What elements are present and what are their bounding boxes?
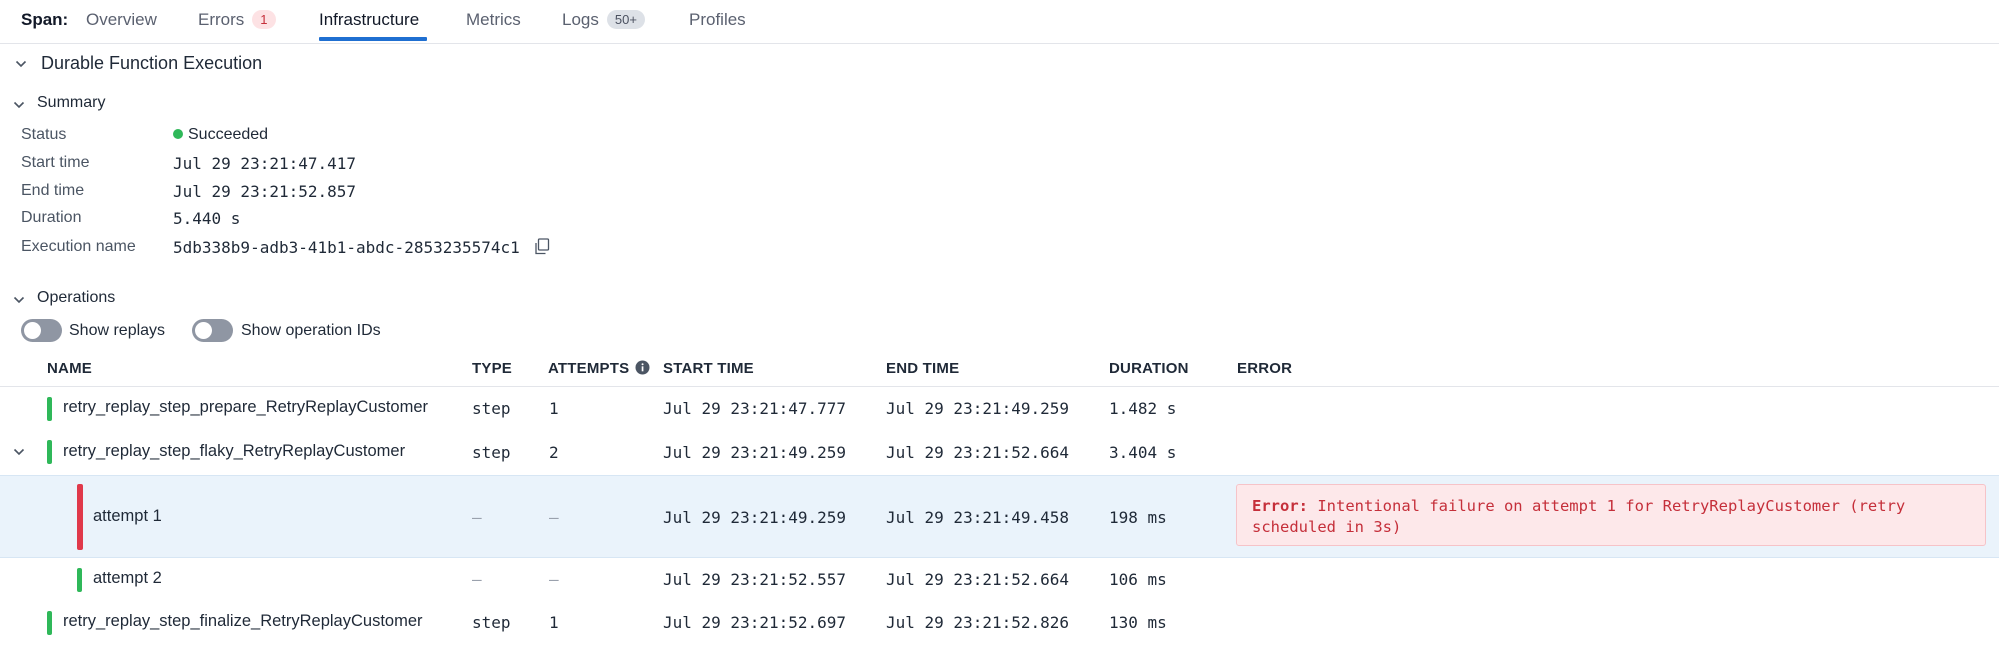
status-label: Status	[21, 126, 67, 143]
table-header-divider	[0, 386, 1999, 387]
status-bar-success	[47, 611, 52, 635]
column-header-attempts[interactable]: ATTEMPTS	[548, 360, 650, 377]
operation-name: retry_replay_step_flaky_RetryReplayCusto…	[63, 442, 406, 460]
show-replays-label: Show replays	[69, 322, 166, 339]
status-success-dot	[173, 129, 183, 139]
chevron-down-icon[interactable]	[15, 59, 27, 69]
error-message-continued: scheduled in 3s)	[1252, 518, 1402, 536]
status-bar-success	[47, 397, 52, 421]
operation-attempts: —	[549, 508, 559, 527]
error-message: Intentional failure on attempt 1 for Ret…	[1317, 497, 1906, 515]
tab-metrics[interactable]: Metrics	[466, 10, 521, 30]
span-label: Span:	[21, 10, 69, 29]
operation-end-time: Jul 29 23:21:52.826	[886, 613, 1070, 632]
show-operation-ids-toggle[interactable]	[192, 319, 233, 342]
status-text: Succeeded	[188, 126, 269, 143]
end-time-label: End time	[21, 182, 85, 199]
toggle-knob	[24, 322, 41, 339]
operation-start-time: Jul 29 23:21:49.259	[663, 443, 847, 462]
operation-duration: 130 ms	[1109, 613, 1167, 632]
start-time-value: Jul 29 23:21:47.417	[173, 154, 357, 173]
show-replays-toggle[interactable]	[21, 319, 62, 342]
show-operation-ids-label: Show operation IDs	[241, 322, 381, 339]
span-tab-bar: Span: Overview Errors 1 Infrastructure Me…	[0, 0, 1999, 44]
column-header-error[interactable]: ERROR	[1237, 360, 1292, 377]
column-header-duration[interactable]: DURATION	[1109, 360, 1189, 377]
tab-errors-label: Errors	[198, 10, 245, 29]
errors-count-badge: 1	[252, 10, 276, 29]
tab-logs[interactable]: Logs 50+	[562, 10, 645, 30]
operation-end-time: Jul 29 23:21:52.664	[886, 570, 1070, 589]
error-message-box: Error: Intentional failure on attempt 1 …	[1236, 484, 1986, 546]
column-header-name[interactable]: NAME	[47, 360, 92, 377]
status-bar-success	[77, 568, 82, 592]
operation-type: step	[472, 399, 511, 418]
chevron-down-icon[interactable]	[13, 295, 25, 305]
operation-start-time: Jul 29 23:21:52.697	[663, 613, 847, 632]
attempt-name: attempt 1	[93, 507, 162, 525]
chevron-down-icon[interactable]	[13, 100, 25, 110]
tab-overview-label: Overview	[86, 10, 157, 29]
logs-count-badge: 50+	[606, 10, 645, 29]
active-tab-indicator	[319, 37, 427, 41]
chevron-down-icon[interactable]	[13, 447, 25, 457]
column-header-type[interactable]: TYPE	[472, 360, 512, 377]
operation-attempts: 1	[549, 399, 559, 418]
operation-type: —	[472, 570, 482, 589]
operation-end-time: Jul 29 23:21:49.458	[886, 508, 1070, 527]
table-row[interactable]: retry_replay_step_flaky_RetryReplayCusto…	[0, 433, 1999, 473]
operation-type: —	[472, 508, 482, 527]
error-prefix: Error:	[1252, 497, 1308, 515]
operation-attempts: 1	[549, 613, 559, 632]
operation-duration: 3.404 s	[1109, 443, 1177, 462]
column-header-end-time[interactable]: END TIME	[886, 360, 959, 377]
operation-name: retry_replay_step_prepare_RetryReplayCus…	[63, 398, 429, 416]
operation-start-time: Jul 29 23:21:49.259	[663, 508, 847, 527]
status-bar-success	[47, 440, 52, 464]
duration-label: Duration	[21, 209, 82, 226]
operation-duration: 198 ms	[1109, 508, 1167, 527]
attempt-name: attempt 2	[93, 569, 162, 587]
end-time-value: Jul 29 23:21:52.857	[173, 182, 357, 201]
column-header-attempts-label: ATTEMPTS	[548, 360, 630, 377]
execution-name-value: 5db338b9-adb3-41b1-abdc-2853235574c1	[173, 238, 520, 257]
operation-end-time: Jul 29 23:21:49.259	[886, 399, 1070, 418]
tab-profiles[interactable]: Profiles	[689, 10, 746, 30]
table-row[interactable]: retry_replay_step_finalize_RetryReplayCu…	[0, 604, 1999, 644]
operation-type: step	[472, 613, 511, 632]
operation-start-time: Jul 29 23:21:47.777	[663, 399, 847, 418]
tab-infrastructure-label: Infrastructure	[319, 10, 420, 29]
tab-infrastructure[interactable]: Infrastructure	[319, 10, 419, 30]
summary-section-title[interactable]: Summary	[37, 94, 105, 112]
execution-section-title[interactable]: Durable Function Execution	[41, 53, 262, 74]
copy-icon[interactable]	[534, 238, 550, 255]
tab-profiles-label: Profiles	[689, 10, 746, 29]
status-bar-error	[77, 484, 83, 550]
tab-logs-label: Logs	[562, 10, 599, 29]
start-time-label: Start time	[21, 154, 90, 171]
operation-attempts: 2	[549, 443, 559, 462]
operation-start-time: Jul 29 23:21:52.557	[663, 570, 847, 589]
operation-type: step	[472, 443, 511, 462]
operations-section-title[interactable]: Operations	[37, 289, 115, 307]
tab-errors[interactable]: Errors 1	[198, 10, 276, 30]
operation-attempts: —	[549, 570, 559, 589]
info-icon[interactable]	[635, 360, 650, 375]
tab-metrics-label: Metrics	[466, 10, 521, 29]
column-header-start-time[interactable]: START TIME	[663, 360, 754, 377]
duration-value: 5.440 s	[173, 209, 241, 228]
operation-duration: 1.482 s	[1109, 399, 1177, 418]
toggle-knob	[195, 322, 212, 339]
operation-name: retry_replay_step_finalize_RetryReplayCu…	[63, 612, 423, 630]
tab-overview[interactable]: Overview	[86, 10, 157, 30]
table-row[interactable]: attempt 2 — — Jul 29 23:21:52.557 Jul 29…	[0, 561, 1999, 601]
status-value: Succeeded	[173, 126, 268, 144]
execution-name-label: Execution name	[21, 238, 136, 255]
operation-duration: 106 ms	[1109, 570, 1167, 589]
table-row[interactable]: retry_replay_step_prepare_RetryReplayCus…	[0, 390, 1999, 430]
operation-end-time: Jul 29 23:21:52.664	[886, 443, 1070, 462]
